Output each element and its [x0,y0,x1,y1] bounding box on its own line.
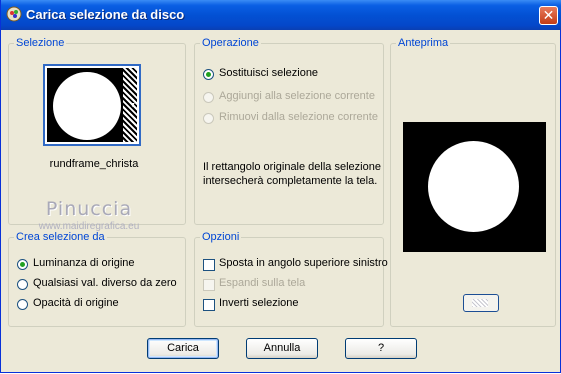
radio-label: Aggiungi alla selezione corrente [219,90,375,102]
opzioni-group-title: Opzioni [200,231,242,243]
crea-selezione-group-title: Crea selezione da [14,231,107,243]
radio-button[interactable] [17,279,28,290]
opzioni-group: Opzioni Sposta in angolo superiore sinis… [194,231,388,327]
preview-circle [428,141,519,232]
preview-zoom-button[interactable] [463,294,499,312]
thumbnail-circle [53,72,121,140]
title-bar[interactable]: Carica selezione da disco ✕ [1,0,561,30]
radio-label: Qualsiasi val. diverso da zero [33,277,177,289]
operazione-group: Operazione Sostituisci selezione Aggiung… [194,37,384,225]
checkbox[interactable] [203,279,215,291]
radio-label: Luminanza di origine [33,257,135,269]
cancel-button[interactable]: Annulla [246,338,318,359]
checkbox[interactable] [203,259,215,271]
radio-button[interactable] [17,259,28,270]
watermark: Pinuccia www.maidiregrafica.eu [9,198,169,232]
operation-info-text: Il rettangolo originale della selezione … [203,161,381,187]
watermark-title: Pinuccia [45,198,133,220]
psp-app-icon [6,6,22,22]
dialog-window: Carica selezione da disco ✕ Selezione ▼ … [0,0,561,373]
radio-button[interactable] [17,299,28,310]
checkbox-label: Sposta in angolo superiore sinistro [219,257,388,269]
anteprima-group-title: Anteprima [396,37,451,49]
load-button[interactable]: Carica [147,338,219,359]
close-button[interactable]: ✕ [539,6,558,25]
preview-image [403,122,546,252]
radio-label: Sostituisci selezione [219,67,319,79]
radio-label: Rimuovi dalla selezione corrente [219,111,378,123]
selezione-group: Selezione ▼ rundframe_christa Pinuccia w… [8,37,186,232]
anteprima-group: Anteprima [390,37,556,327]
preview-zoom-icon [472,299,488,307]
checkbox-label: Espandi sulla tela [219,277,306,289]
selection-filename: rundframe_christa [49,158,139,170]
checkbox[interactable] [203,299,215,311]
close-icon: ✕ [542,7,555,23]
crea-selezione-group: Crea selezione da Luminanza di origine Q… [8,231,186,327]
help-button[interactable]: ? [345,338,417,359]
selection-thumbnail[interactable]: ▼ [43,64,141,146]
selection-thumbnail-image: ▼ [47,68,137,142]
radio-button[interactable] [203,69,214,80]
radio-button[interactable] [203,113,214,124]
checkbox-label: Inverti selezione [219,297,299,309]
window-title: Carica selezione da disco [26,7,185,22]
dropdown-arrow-icon: ▼ [129,102,136,109]
radio-label: Opacità di origine [33,297,119,309]
operazione-group-title: Operazione [200,37,261,49]
radio-button[interactable] [203,92,214,103]
selezione-group-title: Selezione [14,37,67,49]
